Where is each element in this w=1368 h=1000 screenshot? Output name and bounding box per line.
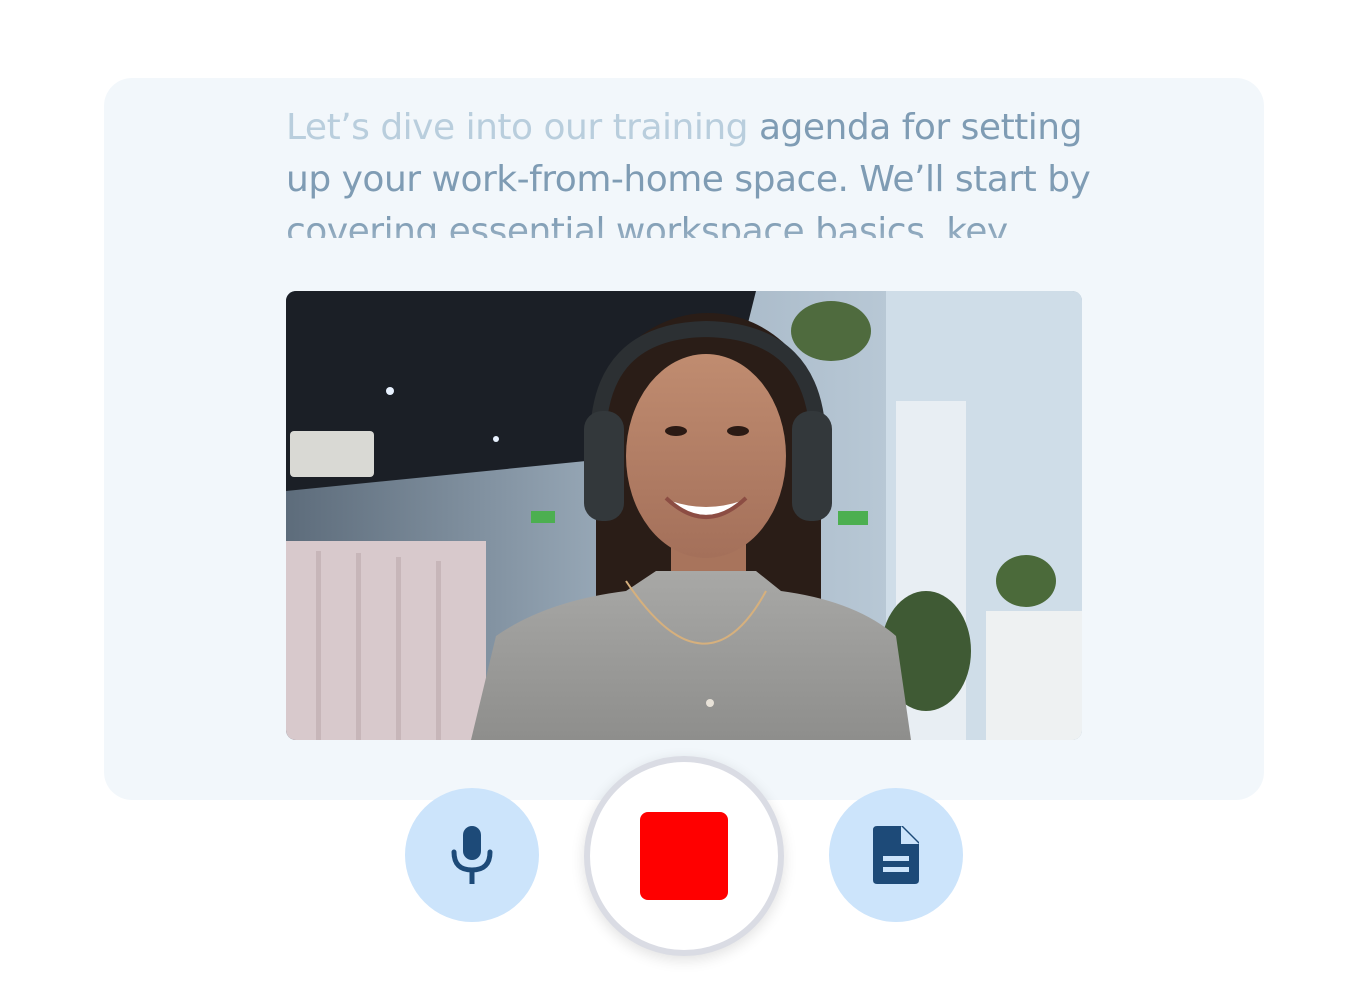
- mic-icon: [451, 826, 493, 884]
- notes-button[interactable]: [829, 788, 963, 922]
- video-feed: [286, 291, 1082, 740]
- stop-recording-button[interactable]: [584, 756, 784, 956]
- teleprompter-read-text: Let’s dive into our training: [286, 107, 749, 148]
- document-icon: [873, 826, 919, 884]
- video-frame-illustration: [286, 291, 1082, 740]
- stop-icon: [640, 812, 728, 900]
- teleprompter-text: Let’s dive into our training agenda for …: [286, 102, 1096, 238]
- microphone-button[interactable]: [405, 788, 539, 922]
- text-fade: [286, 220, 1096, 238]
